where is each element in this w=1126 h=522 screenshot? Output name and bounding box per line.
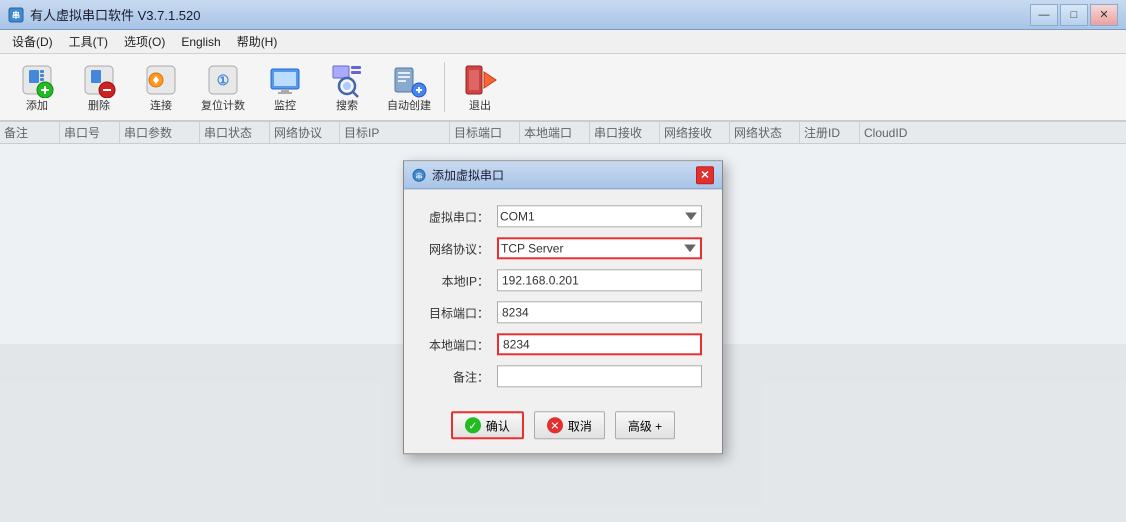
auto-create-icon (391, 62, 427, 98)
monitor-icon (267, 62, 303, 98)
toolbar-monitor-button[interactable]: 监控 (256, 58, 314, 116)
modal-close-button[interactable]: ✕ (696, 166, 714, 184)
toolbar-delete-button[interactable]: 删除 (70, 58, 128, 116)
add-port-dialog: 串 添加虚拟串口 ✕ 虚拟串口： COM1 COM2 COM3 (403, 160, 723, 454)
local-port-label: 本地端口： (424, 336, 489, 353)
modal-footer: ✓ 确认 ✕ 取消 高级 + (404, 403, 722, 453)
menu-tools[interactable]: 工具(T) (61, 31, 116, 52)
note-input[interactable] (497, 365, 702, 387)
svg-text:串: 串 (416, 172, 423, 180)
connect-icon (143, 62, 179, 98)
connect-label: 连接 (150, 100, 172, 112)
content-area: 备注 串口号 串口参数 串口状态 网络协议 目标IP 目标端口 本地端口 串口接… (0, 122, 1126, 522)
confirm-button[interactable]: ✓ 确认 (451, 411, 524, 439)
cancel-label: 取消 (568, 417, 592, 434)
local-port-input[interactable] (497, 333, 702, 355)
app-window: 串 有人虚拟串口软件 V3.7.1.520 — □ ✕ 设备(D) 工具(T) … (0, 0, 1126, 522)
svg-text:①: ① (217, 72, 230, 88)
menu-options[interactable]: 选项(O) (116, 31, 173, 52)
svg-text:串: 串 (12, 10, 20, 20)
note-row: 备注： (424, 365, 702, 387)
exit-label: 退出 (469, 100, 491, 112)
local-ip-row: 本地IP： (424, 269, 702, 291)
target-port-input[interactable] (497, 301, 702, 323)
toolbar-connect-button[interactable]: 连接 (132, 58, 190, 116)
toolbar-auto-create-button[interactable]: 自动创建 (380, 58, 438, 116)
title-controls: — □ ✕ (1030, 4, 1118, 26)
virtual-port-select[interactable]: COM1 COM2 COM3 (497, 205, 702, 227)
toolbar-separator (444, 62, 445, 112)
advanced-button[interactable]: 高级 + (615, 411, 675, 439)
exit-icon (462, 62, 498, 98)
add-label: 添加 (26, 100, 48, 112)
reset-count-icon: ① (205, 62, 241, 98)
title-bar: 串 有人虚拟串口软件 V3.7.1.520 — □ ✕ (0, 0, 1126, 30)
modal-body: 虚拟串口： COM1 COM2 COM3 网络协议： TCP Server TC… (404, 189, 722, 403)
toolbar-exit-button[interactable]: 退出 (451, 58, 509, 116)
menu-help[interactable]: 帮助(H) (229, 31, 286, 52)
modal-title-left: 串 添加虚拟串口 (412, 166, 504, 183)
menu-bar: 设备(D) 工具(T) 选项(O) English 帮助(H) (0, 30, 1126, 54)
search-label: 搜索 (336, 100, 358, 112)
advanced-label: 高级 + (628, 417, 662, 434)
modal-titlebar: 串 添加虚拟串口 ✕ (404, 161, 722, 189)
menu-device[interactable]: 设备(D) (4, 31, 61, 52)
target-port-row: 目标端口： (424, 301, 702, 323)
net-protocol-label: 网络协议： (424, 240, 489, 257)
net-protocol-select[interactable]: TCP Server TCP Client UDP (497, 237, 702, 259)
modal-title: 添加虚拟串口 (432, 166, 504, 183)
menu-english[interactable]: English (173, 33, 228, 51)
minimize-button[interactable]: — (1030, 4, 1058, 26)
modal-icon: 串 (412, 168, 426, 182)
reset-count-label: 复位计数 (201, 100, 245, 112)
local-port-row: 本地端口： (424, 333, 702, 355)
maximize-button[interactable]: □ (1060, 4, 1088, 26)
virtual-port-row: 虚拟串口： COM1 COM2 COM3 (424, 205, 702, 227)
local-ip-input[interactable] (497, 269, 702, 291)
delete-icon (81, 62, 117, 98)
confirm-check-icon: ✓ (465, 417, 481, 433)
title-bar-left: 串 有人虚拟串口软件 V3.7.1.520 (8, 5, 201, 24)
virtual-port-label: 虚拟串口： (424, 208, 489, 225)
target-port-label: 目标端口： (424, 304, 489, 321)
app-icon: 串 (8, 7, 24, 23)
confirm-label: 确认 (486, 417, 510, 434)
title-text: 有人虚拟串口软件 V3.7.1.520 (30, 5, 201, 24)
auto-create-label: 自动创建 (387, 100, 431, 112)
local-ip-label: 本地IP： (424, 272, 489, 289)
toolbar-reset-count-button[interactable]: ① 复位计数 (194, 58, 252, 116)
delete-label: 删除 (88, 100, 110, 112)
monitor-label: 监控 (274, 100, 296, 112)
window-close-button[interactable]: ✕ (1090, 4, 1118, 26)
toolbar: 添加 删除 连接 (0, 54, 1126, 122)
note-label: 备注： (424, 368, 489, 385)
net-protocol-row: 网络协议： TCP Server TCP Client UDP (424, 237, 702, 259)
toolbar-add-button[interactable]: 添加 (8, 58, 66, 116)
add-icon (19, 62, 55, 98)
search-icon (329, 62, 365, 98)
toolbar-search-button[interactable]: 搜索 (318, 58, 376, 116)
cancel-x-icon: ✕ (547, 417, 563, 433)
cancel-button[interactable]: ✕ 取消 (534, 411, 605, 439)
